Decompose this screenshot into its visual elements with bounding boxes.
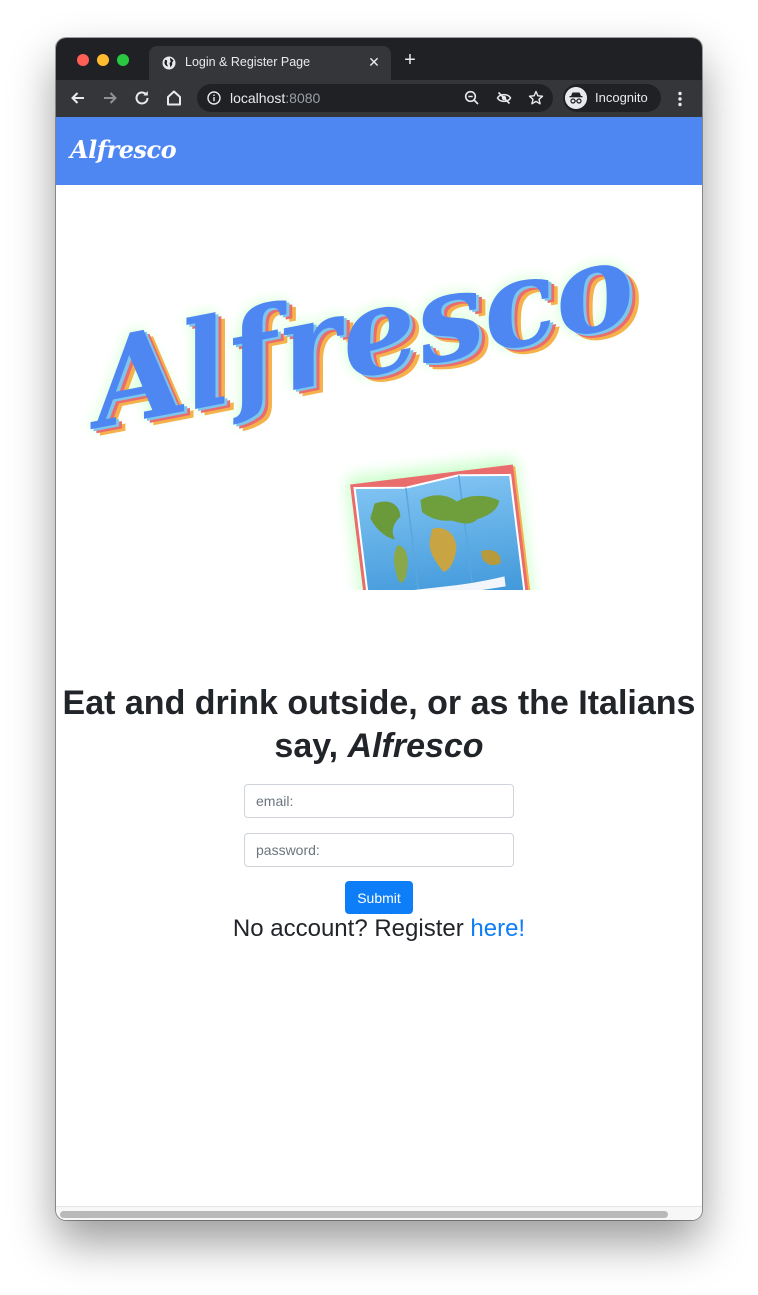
incognito-profile-button[interactable]: Incognito	[563, 84, 661, 112]
email-field[interactable]	[244, 784, 514, 818]
incognito-label: Incognito	[595, 90, 648, 105]
scrollbar-thumb[interactable]	[60, 1211, 668, 1218]
close-tab-icon[interactable]: ✕	[366, 54, 382, 70]
hero-wordmark: Alfresco Alfresco Alfresco Alfresco Alfr…	[70, 250, 655, 464]
new-tab-button[interactable]: +	[400, 50, 420, 70]
reload-icon[interactable]	[132, 88, 152, 108]
world-map-icon	[346, 457, 534, 590]
headline: Eat and drink outside, or as the Italian…	[56, 682, 702, 768]
info-icon[interactable]	[207, 91, 221, 105]
maximize-window-button[interactable]	[117, 54, 129, 66]
eye-off-icon[interactable]	[496, 90, 512, 106]
incognito-icon	[565, 87, 587, 109]
browser-toolbar: localhost:8080 Incognito	[56, 80, 702, 117]
horizontal-scrollbar[interactable]	[56, 1206, 702, 1220]
register-prompt: No account? Register here!	[56, 915, 702, 943]
tab-title: Login & Register Page	[185, 55, 311, 69]
more-vert-icon[interactable]	[670, 89, 690, 109]
browser-window: Login & Register Page ✕ + localhost:8080	[56, 38, 702, 1220]
zoom-out-icon[interactable]	[464, 90, 480, 106]
back-arrow-icon[interactable]	[68, 88, 88, 108]
close-window-button[interactable]	[77, 54, 89, 66]
register-prompt-text: No account? Register	[232, 915, 464, 942]
url-port: :8080	[285, 90, 321, 106]
headline-emphasis: Alfresco	[347, 727, 484, 765]
address-bar[interactable]: localhost:8080	[197, 84, 553, 112]
home-icon[interactable]	[164, 88, 184, 108]
page-content: Alfresco Alfresco Alfresco Alfresco Alfr…	[56, 185, 702, 1206]
browser-tab[interactable]: Login & Register Page ✕	[149, 46, 391, 80]
hero-wordmark-text: Alfresco	[70, 250, 646, 458]
title-bar: Login & Register Page ✕ +	[56, 38, 702, 80]
site-navbar: Alfresco	[56, 117, 702, 185]
globe-icon	[162, 56, 176, 70]
password-field[interactable]	[244, 833, 514, 867]
url-host: localhost	[230, 90, 286, 106]
navbar-brand-link[interactable]: Alfresco	[70, 135, 177, 164]
register-link[interactable]: here!	[470, 915, 525, 942]
forward-arrow-icon[interactable]	[100, 88, 120, 108]
submit-button[interactable]: Submit	[345, 881, 413, 914]
minimize-window-button[interactable]	[97, 54, 109, 66]
star-icon[interactable]	[528, 90, 544, 106]
hero-logo-image: Alfresco Alfresco Alfresco Alfresco Alfr…	[70, 250, 655, 590]
url-text: localhost:8080	[230, 90, 320, 106]
